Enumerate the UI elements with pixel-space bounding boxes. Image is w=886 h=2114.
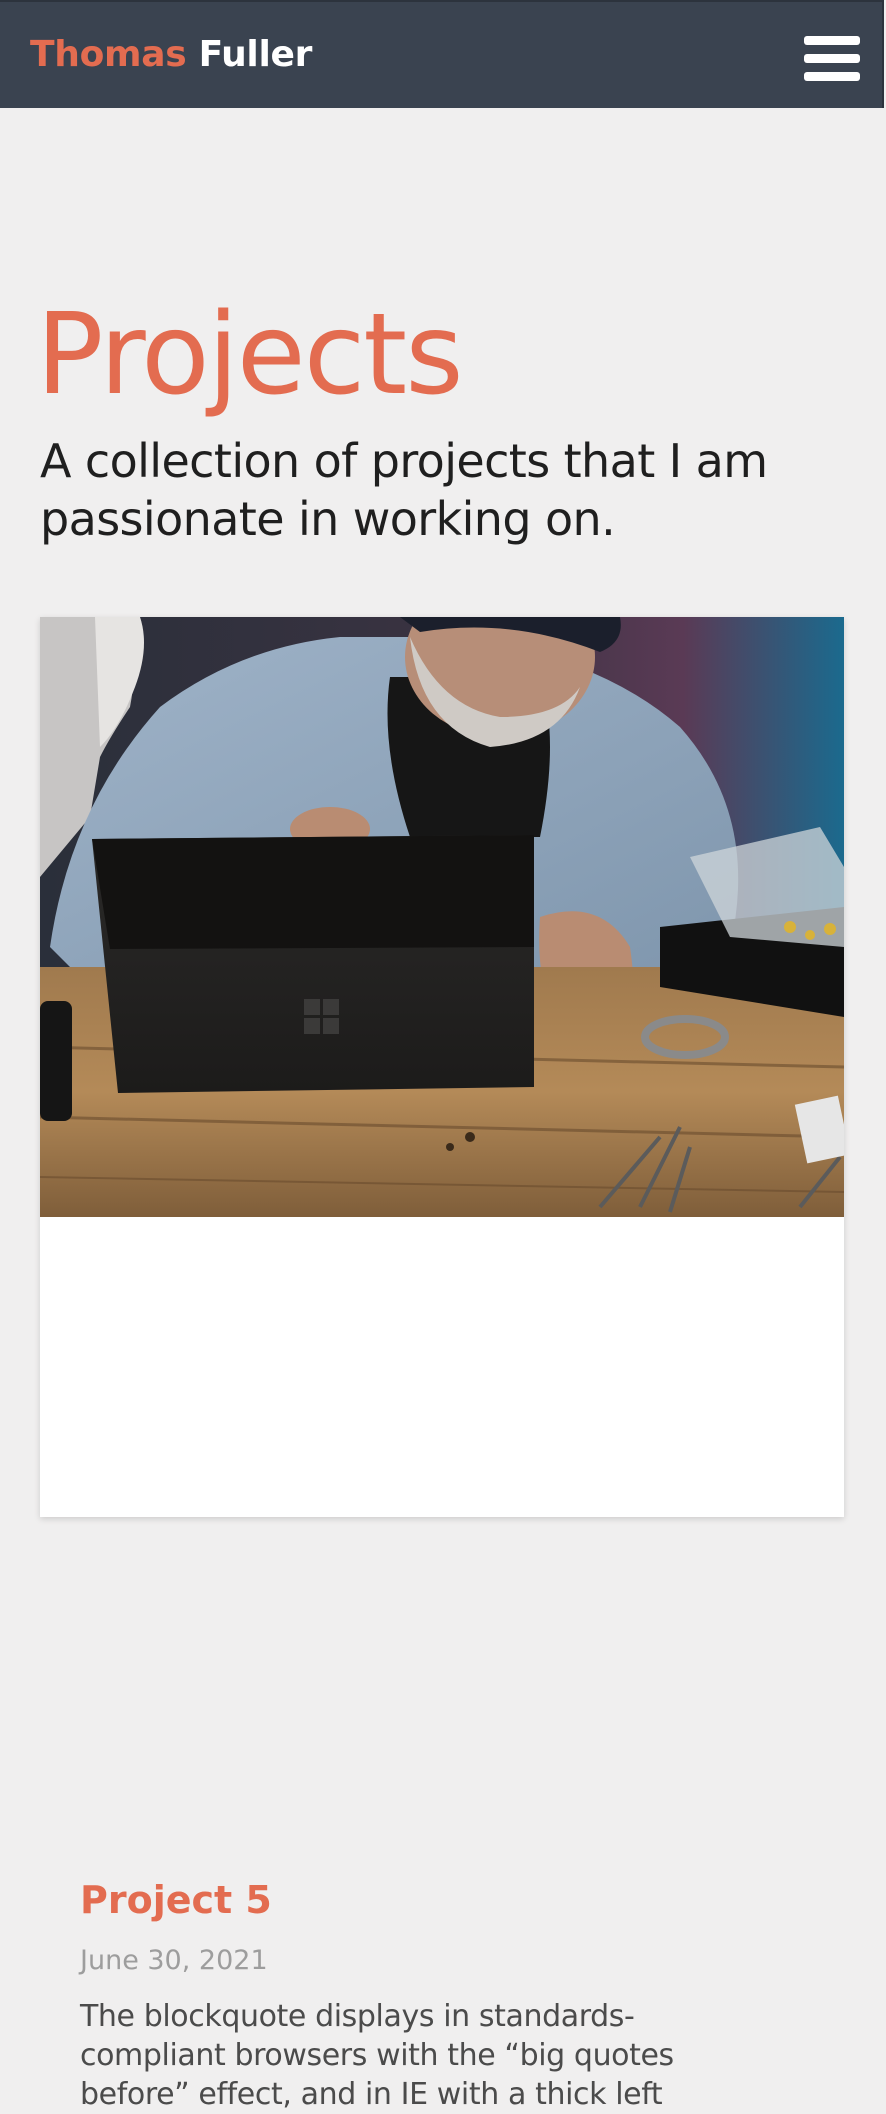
menu-bar-middle <box>804 54 860 63</box>
site-header: Thomas Fuller <box>0 0 884 108</box>
project-image[interactable] <box>40 617 844 1217</box>
hamburger-menu-icon[interactable] <box>804 36 860 82</box>
page-subtitle: A collection of projects that I am passi… <box>40 434 768 546</box>
page-title: Projects <box>36 290 464 420</box>
menu-bar-bottom <box>804 72 860 81</box>
project-card[interactable]: Project 5 June 30, 2021 The blockquote d… <box>40 617 844 2112</box>
project-date: June 30, 2021 <box>80 1945 268 1976</box>
menu-bar-top <box>804 36 860 45</box>
brand-last-name: Fuller <box>198 34 313 75</box>
site-brand[interactable]: Thomas Fuller <box>30 33 312 77</box>
project-excerpt: The blockquote displays in standards-com… <box>80 1999 674 2112</box>
project-title[interactable]: Project 5 <box>80 1875 272 1925</box>
brand-first-name: Thomas <box>30 34 187 75</box>
